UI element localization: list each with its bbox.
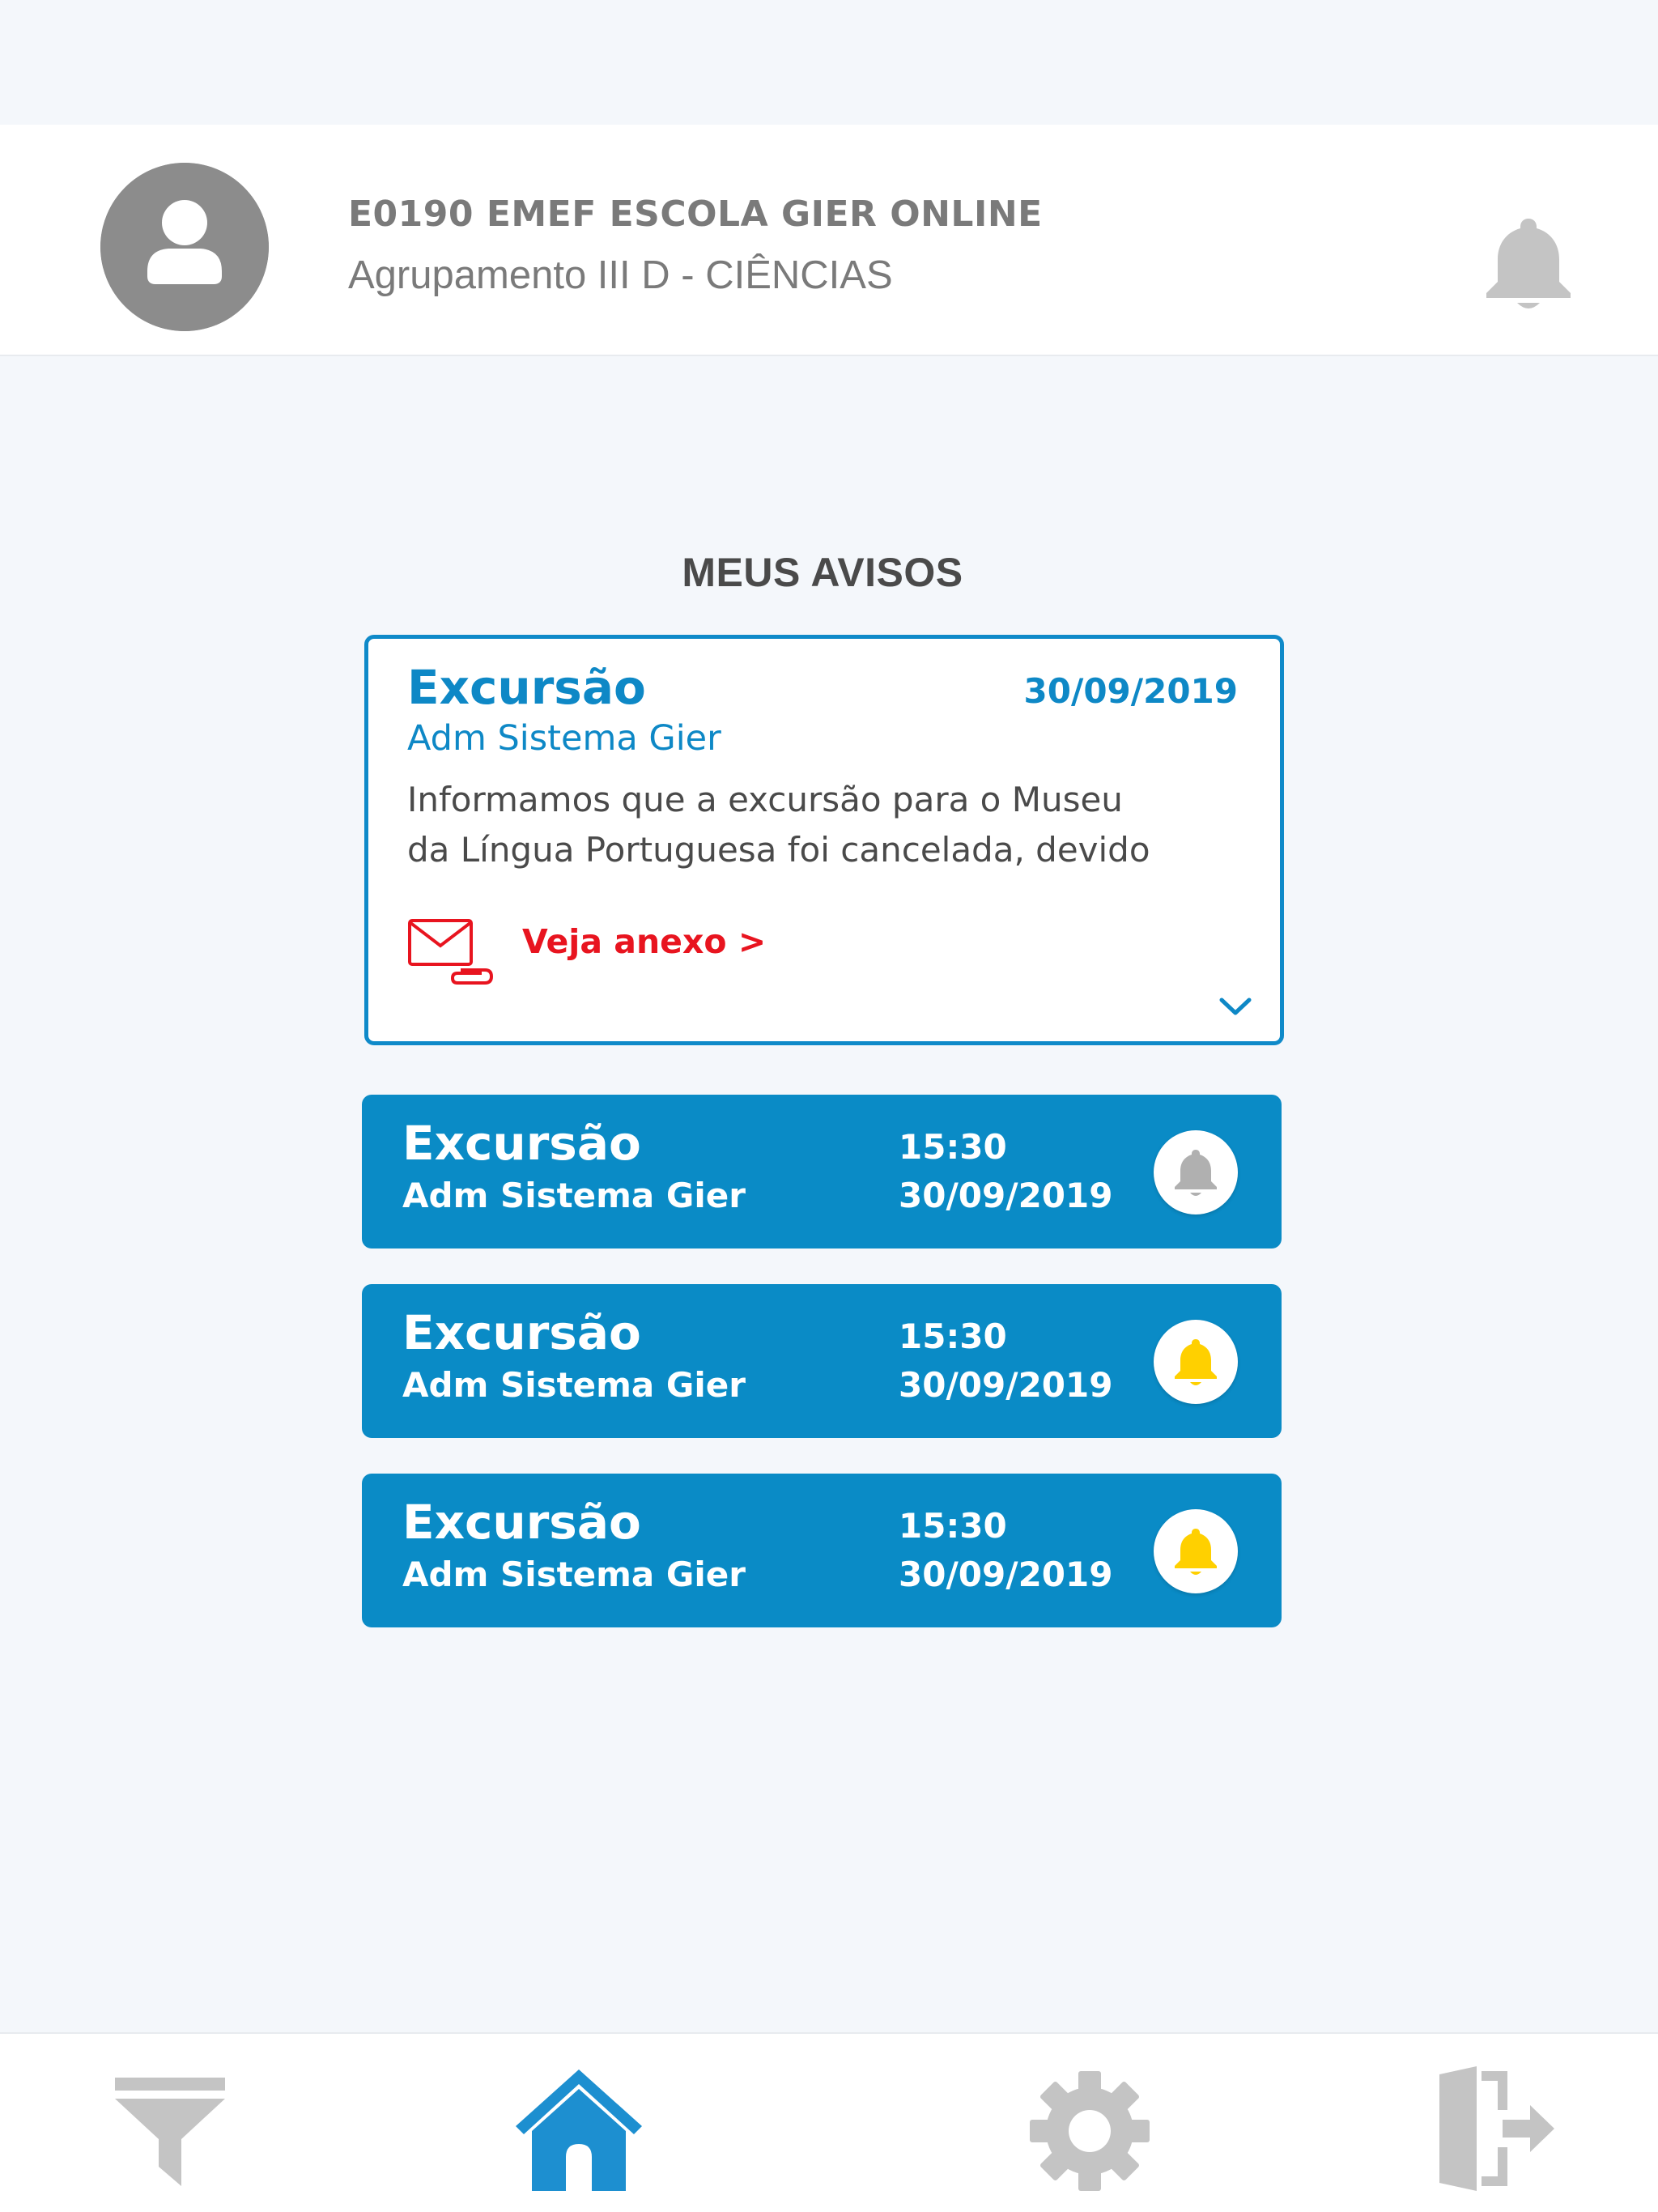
bell-read-icon[interactable] bbox=[1154, 1130, 1238, 1214]
home-icon[interactable] bbox=[512, 2066, 645, 2194]
user-avatar-icon[interactable] bbox=[100, 163, 269, 331]
filter-icon[interactable] bbox=[113, 2076, 227, 2188]
notice-title: Excursão bbox=[407, 660, 646, 715]
notice-author: Adm Sistema Gier bbox=[402, 1365, 746, 1405]
notice-body-line: da Língua Portuguesa foi cancelada, devi… bbox=[407, 830, 1150, 870]
profile-header: E0190 EMEF ESCOLA GIER ONLINE Agrupament… bbox=[0, 125, 1658, 356]
page-title: MEUS AVISOS bbox=[682, 550, 963, 595]
bell-unread-icon[interactable] bbox=[1154, 1320, 1238, 1404]
notice-author: Adm Sistema Gier bbox=[402, 1176, 746, 1215]
bell-unread-icon[interactable] bbox=[1154, 1509, 1238, 1593]
notice-body: Informamos que a excursão para o Museu d… bbox=[407, 775, 1184, 875]
notice-title: Excursão bbox=[402, 1305, 641, 1360]
bell-icon[interactable] bbox=[1480, 214, 1577, 314]
notice-author: Adm Sistema Gier bbox=[402, 1555, 746, 1594]
notice-time: 15:30 bbox=[899, 1506, 1007, 1546]
notice-author: Adm Sistema Gier bbox=[407, 718, 721, 759]
notice-date: 30/09/2019 bbox=[899, 1365, 1113, 1405]
bottom-tab-bar bbox=[0, 2032, 1658, 2212]
notice-title: Excursão bbox=[402, 1495, 641, 1550]
notice-list-item[interactable]: Excursão Adm Sistema Gier 15:30 30/09/20… bbox=[362, 1474, 1282, 1627]
notice-date: 30/09/2019 bbox=[899, 1176, 1113, 1215]
notice-list-item[interactable]: Excursão Adm Sistema Gier 15:30 30/09/20… bbox=[362, 1095, 1282, 1249]
envelope-attachment-icon[interactable] bbox=[407, 918, 495, 988]
view-attachment-link[interactable]: Veja anexo > bbox=[522, 922, 766, 961]
class-name: Agrupamento III D - CIÊNCIAS bbox=[348, 253, 893, 297]
notice-time: 15:30 bbox=[899, 1317, 1007, 1356]
chevron-down-icon[interactable] bbox=[1217, 993, 1254, 1018]
logout-icon[interactable] bbox=[1435, 2065, 1556, 2193]
notice-date: 30/09/2019 bbox=[1023, 671, 1238, 711]
notice-body-line: Informamos que a excursão para o Museu bbox=[407, 780, 1123, 819]
school-name: E0190 EMEF ESCOLA GIER ONLINE bbox=[348, 194, 1043, 235]
notice-date: 30/09/2019 bbox=[899, 1555, 1113, 1594]
notice-list-item[interactable]: Excursão Adm Sistema Gier 15:30 30/09/20… bbox=[362, 1284, 1282, 1438]
notice-title: Excursão bbox=[402, 1116, 641, 1171]
notice-time: 15:30 bbox=[899, 1127, 1007, 1167]
featured-notice-card[interactable]: Excursão 30/09/2019 Adm Sistema Gier Inf… bbox=[364, 635, 1284, 1045]
gear-icon[interactable] bbox=[1027, 2068, 1153, 2194]
